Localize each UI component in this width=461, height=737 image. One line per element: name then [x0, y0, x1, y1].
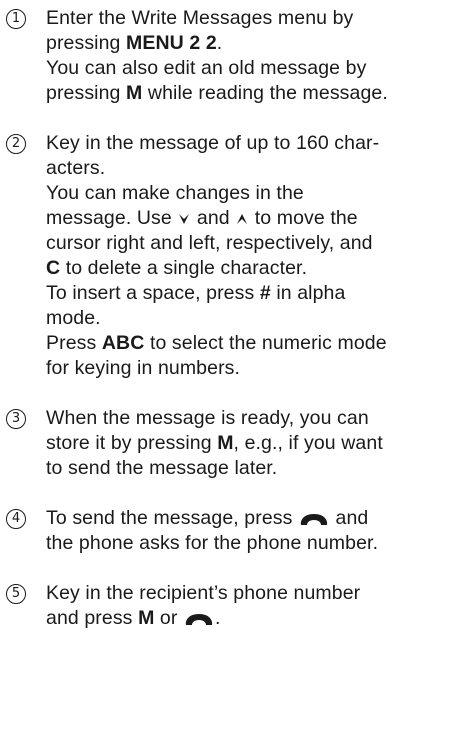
instruction-steps: 1 Enter the Write Messages menu by press…: [0, 6, 461, 631]
step-text-line: mode.: [46, 307, 101, 329]
key-label: M: [138, 607, 155, 629]
step-4: 4 To send the message, press and the pho…: [0, 506, 461, 556]
step-number: 3: [6, 409, 26, 429]
step-1: 1 Enter the Write Messages menu by press…: [0, 6, 461, 106]
key-label: #: [259, 282, 271, 304]
chevron-down-icon: [179, 214, 190, 224]
key-label: MENU 2 2: [126, 32, 217, 54]
step-3: 3 When the message is ready, you can sto…: [0, 406, 461, 481]
step-text-line: and press M or .: [46, 607, 221, 629]
step-text-line: When the message is ready, you can: [46, 407, 369, 429]
step-text-line: the phone asks for the phone number.: [46, 532, 379, 554]
step-number: 5: [6, 584, 26, 604]
step-2: 2 Key in the message of up to 160 char- …: [0, 131, 461, 381]
step-5: 5 Key in the recipient’s phone number an…: [0, 581, 461, 631]
step-text-line: To send the message, press and: [46, 507, 369, 529]
chevron-up-icon: [237, 214, 248, 224]
step-text-line: You can make changes in the: [46, 182, 304, 204]
step-text-line: C to delete a single character.: [46, 257, 308, 279]
step-number: 4: [6, 509, 26, 529]
key-label: ABC: [101, 332, 145, 354]
call-key-icon: [300, 514, 328, 525]
step-text-line: Key in the message of up to 160 char-: [46, 132, 380, 154]
step-number: 2: [6, 134, 26, 154]
step-text-line: Key in the recipient’s phone number: [46, 582, 361, 604]
key-label: C: [46, 257, 61, 279]
step-text-line: store it by pressing M, e.g., if you wan…: [46, 432, 383, 454]
step-text-line: message. Use and to move the: [46, 207, 358, 229]
key-label: M: [217, 432, 234, 454]
call-key-icon: [185, 614, 213, 625]
step-text-line: pressing M while reading the message.: [46, 82, 388, 104]
step-text-line: Press ABC to select the numeric mode: [46, 332, 387, 354]
step-text-line: cursor right and left, respectively, and: [46, 232, 373, 254]
step-text-line: To insert a space, press # in alpha: [46, 282, 346, 304]
step-text-line: to send the message later.: [46, 457, 278, 479]
step-text-line: Enter the Write Messages menu by: [46, 7, 354, 29]
step-text-line: acters.: [46, 157, 106, 179]
step-text-line: You can also edit an old message by: [46, 57, 367, 79]
step-number: 1: [6, 9, 26, 29]
step-text-line: for keying in numbers.: [46, 357, 241, 379]
step-text-line: pressing MENU 2 2.: [46, 32, 223, 54]
key-label: M: [126, 82, 143, 104]
